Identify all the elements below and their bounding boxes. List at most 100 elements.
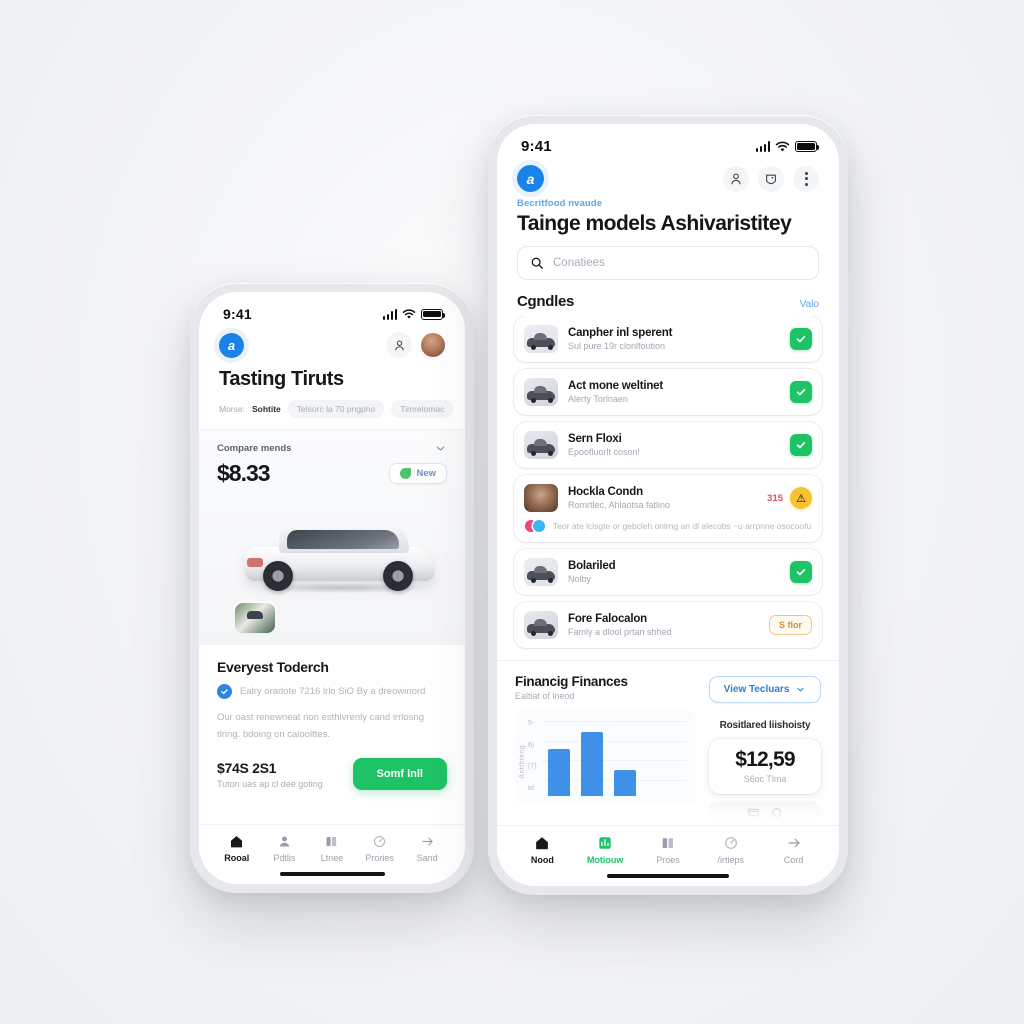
alert-icon[interactable]: ⚠: [790, 487, 812, 509]
view-details-label: View Tecluars: [723, 684, 790, 696]
section-header: Cgndles Valo: [497, 280, 839, 316]
filter-chip-row: Morse: Sohtite Telsorc la 70 pngpho Timr…: [199, 391, 465, 429]
status-check-icon[interactable]: [790, 381, 812, 403]
thumbnail-strip[interactable]: [217, 603, 447, 645]
thumbnail-item[interactable]: [235, 603, 275, 633]
app-bar-actions: [723, 165, 819, 192]
tab-book[interactable]: Ltnee: [308, 834, 356, 863]
home-icon: [536, 836, 549, 849]
chevron-down-icon[interactable]: [434, 442, 447, 455]
brand-logo[interactable]: a: [517, 165, 544, 192]
cta-price: $74S 2S1: [217, 759, 277, 776]
view-details-button[interactable]: View Tecluars: [709, 676, 821, 704]
ytick-2: (7): [528, 763, 537, 771]
chip-0[interactable]: Morse:: [219, 404, 245, 414]
home-icon: [231, 835, 243, 847]
search-placeholder: Conatiees: [553, 257, 605, 269]
status-check-icon[interactable]: [790, 328, 812, 350]
status-check-icon[interactable]: [790, 434, 812, 456]
cta-price-block: $74S 2S1 Tuton uas ap cl dee goting: [217, 760, 323, 789]
tab-people[interactable]: Pdtlis: [261, 834, 309, 863]
status-indicators: [755, 141, 819, 153]
cellular-signal-icon: [755, 141, 770, 152]
amount-card: $12,59 S6oc Tlma: [709, 739, 821, 795]
gauge-icon: [374, 835, 386, 847]
list-item-subtitle: Epoofluorlt coson!: [568, 447, 641, 457]
status-pill[interactable]: S flor: [768, 615, 812, 636]
section-title: Cgndles: [517, 293, 575, 310]
car-thumb-icon: [524, 378, 558, 406]
tab-chart[interactable]: Motiouw: [574, 835, 637, 865]
financing-title: Financig Finances: [515, 674, 628, 690]
avatar-thumb-icon: [524, 484, 558, 512]
chevron-down-icon: [797, 687, 805, 692]
new-badge-label: New: [416, 468, 436, 479]
eyebrow-text: Becritfood nvaude: [517, 198, 603, 209]
search-input[interactable]: Conatiees: [517, 246, 819, 280]
mini-action-row[interactable]: [709, 801, 821, 824]
tab-gauge[interactable]: Prories: [356, 834, 404, 863]
brand-logo[interactable]: a: [219, 332, 244, 358]
tab-home[interactable]: Rooal: [213, 834, 261, 863]
chart-bar-1: [580, 732, 603, 797]
chart-plot-area: [541, 718, 687, 806]
tab-gauge[interactable]: /irtieps: [699, 835, 762, 865]
gauge-icon: [724, 836, 737, 849]
left-phone-screen: 9:41 a Tasting Tiruts Morse: Sohtite Tel…: [199, 292, 465, 884]
person-icon[interactable]: [723, 165, 749, 192]
list-item[interactable]: Fore Falocalon Famly a dlool prtan shhed…: [514, 602, 822, 649]
circle-icon: [772, 807, 781, 817]
compare-label: Compare mends: [217, 443, 292, 454]
verified-row: Ealry oradote 7216 lrlo SiO By a dreowin…: [217, 684, 447, 699]
participant-dots: [525, 520, 545, 532]
hero-price-row: $8.33 New: [217, 460, 447, 487]
list-item[interactable]: Act mone weltinet Alerty Torlnaen: [514, 369, 822, 415]
list-item[interactable]: Canpher inl sperent Sul pure 19r clonlfo…: [514, 316, 822, 362]
tab-book[interactable]: Proes: [637, 835, 700, 865]
primary-cta-button[interactable]: Somf lnll: [352, 758, 447, 791]
shield-icon[interactable]: [758, 165, 784, 192]
tab-send[interactable]: Sand: [403, 834, 451, 863]
list-item-subtitle: Famly a dlool prtan shhed: [568, 627, 672, 638]
person-icon[interactable]: [386, 332, 412, 358]
list-item[interactable]: Hockla Condn Romrtlec, Ahlaotsa fatlino …: [514, 475, 822, 543]
app-bar-actions: [386, 332, 445, 358]
car-window: [287, 530, 399, 549]
avatar[interactable]: [421, 333, 445, 357]
page-title: Tasting Tiruts: [219, 368, 344, 390]
tab-gauge-label: /irtieps: [717, 854, 745, 865]
chip-1[interactable]: Sohtite: [252, 404, 281, 414]
right-content-scroll[interactable]: Canpher inl sperent Sul pure 19r clonlfo…: [497, 316, 839, 825]
bottom-tab-bar: Rooal Pdtlis Ltnee Prories Sand: [199, 823, 465, 863]
battery-icon: [795, 141, 819, 152]
home-indicator: [199, 862, 465, 884]
wheel-front: [383, 561, 413, 591]
chip-2[interactable]: Telsorc la 70 pngpho: [287, 400, 385, 418]
list-item-subtitle: Romrtlec, Ahlaotsa fatlino: [568, 500, 671, 510]
status-time: 9:41: [223, 306, 252, 322]
chart-ylabel: Antthteng: [519, 745, 526, 779]
hero-price: $8.33: [217, 460, 271, 486]
status-bar: 9:41: [497, 124, 839, 159]
detail-description: Our oast renewneat rion esthlvrenly cand…: [217, 712, 424, 740]
left-phone-device: 9:41 a Tasting Tiruts Morse: Sohtite Tel…: [190, 283, 477, 893]
hero-header: Compare mends: [217, 442, 447, 455]
left-content-scroll[interactable]: Compare mends $8.33 New Everyest Toderch…: [199, 429, 465, 824]
tab-send[interactable]: Cord: [762, 835, 825, 865]
list-item-extra-text: Teor ate lclsgte or gebcleh onlrng an dl…: [553, 521, 812, 531]
list-item[interactable]: Bolariled Nolby: [514, 549, 822, 596]
app-bar: a: [497, 159, 839, 194]
status-check-icon[interactable]: [790, 561, 812, 584]
kebab-menu-icon[interactable]: [793, 165, 819, 192]
tab-send-label: Sand: [416, 852, 438, 863]
list-item[interactable]: Sern Floxi Epoofluorlt coson!: [514, 422, 822, 468]
tab-chart-label: Motiouw: [586, 854, 624, 865]
chip-3[interactable]: Timrelomac: [391, 400, 454, 418]
new-badge[interactable]: New: [389, 463, 447, 484]
home-indicator: [497, 864, 839, 886]
battery-icon: [421, 308, 445, 320]
tab-home[interactable]: Nood: [511, 835, 574, 865]
list-item-title: Hockla Condn: [568, 486, 643, 498]
section-more-link[interactable]: Valo: [800, 299, 819, 310]
list-item-title: Fore Falocalon: [568, 613, 647, 626]
